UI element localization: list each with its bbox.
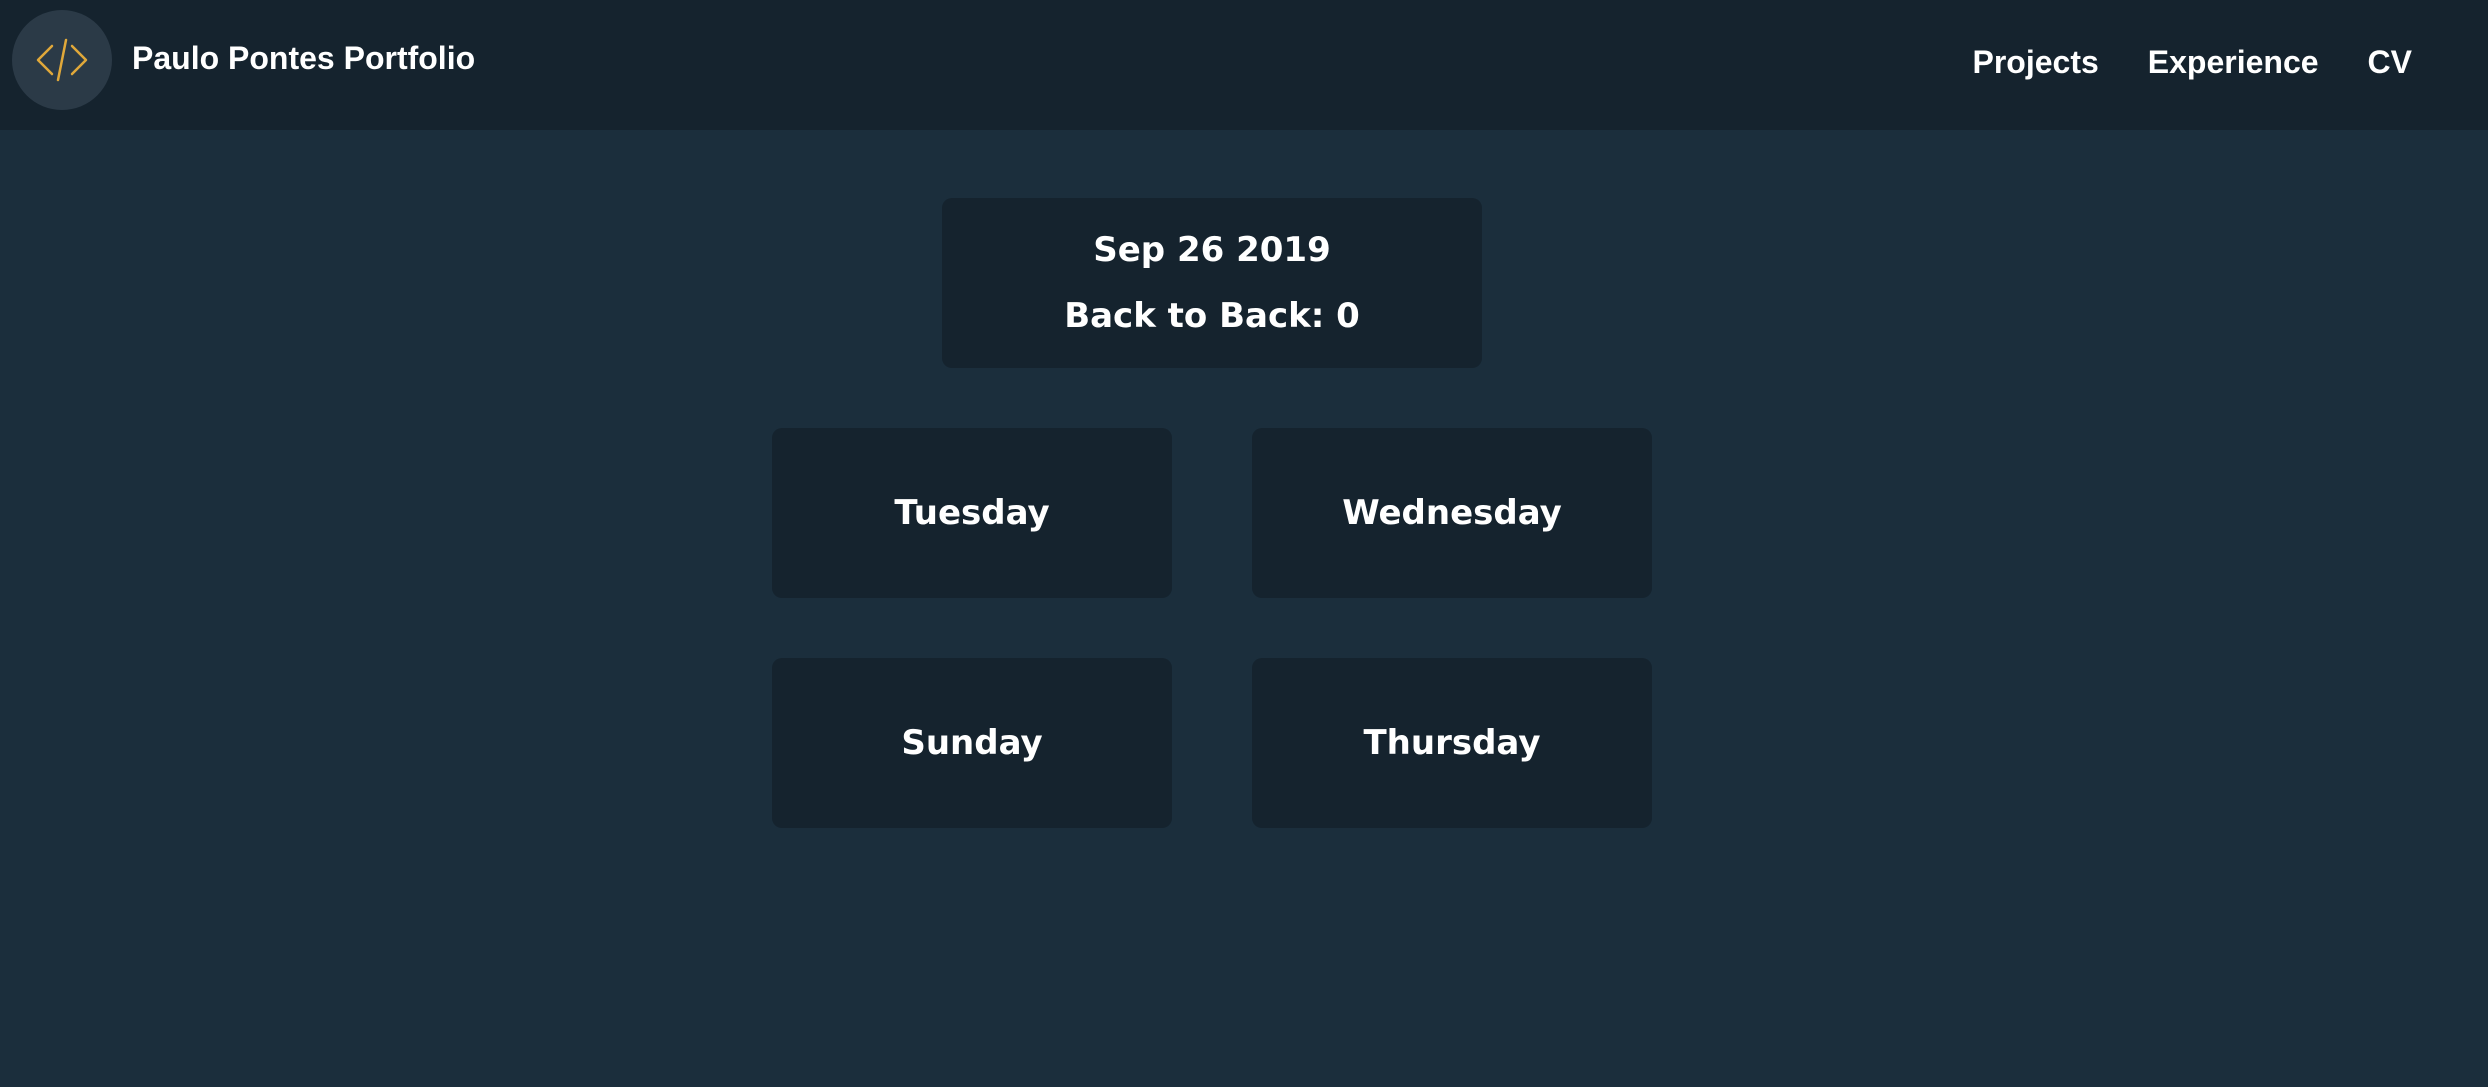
nav-projects[interactable]: Projects xyxy=(1973,44,2099,81)
date-label: Sep 26 2019 xyxy=(1093,230,1331,270)
day-card-sunday[interactable]: Sunday xyxy=(772,658,1172,828)
day-label: Wednesday xyxy=(1342,493,1562,533)
info-card: Sep 26 2019 Back to Back: 0 xyxy=(942,198,1482,368)
day-card-thursday[interactable]: Thursday xyxy=(1252,658,1652,828)
day-label: Thursday xyxy=(1363,723,1541,763)
brand-title[interactable]: Paulo Pontes Portfolio xyxy=(132,40,475,77)
day-label: Sunday xyxy=(901,723,1043,763)
nav-links: Projects Experience CV xyxy=(1973,44,2413,81)
nav-cv[interactable]: CV xyxy=(2368,44,2412,81)
back-to-back-label: Back to Back: 0 xyxy=(1064,296,1360,336)
day-label: Tuesday xyxy=(894,493,1050,533)
code-icon xyxy=(36,38,88,82)
day-card-wednesday[interactable]: Wednesday xyxy=(1252,428,1652,598)
navbar: Paulo Pontes Portfolio Projects Experien… xyxy=(0,0,2488,130)
day-card-tuesday[interactable]: Tuesday xyxy=(772,428,1172,598)
logo[interactable] xyxy=(12,10,112,110)
nav-experience[interactable]: Experience xyxy=(2148,44,2319,81)
